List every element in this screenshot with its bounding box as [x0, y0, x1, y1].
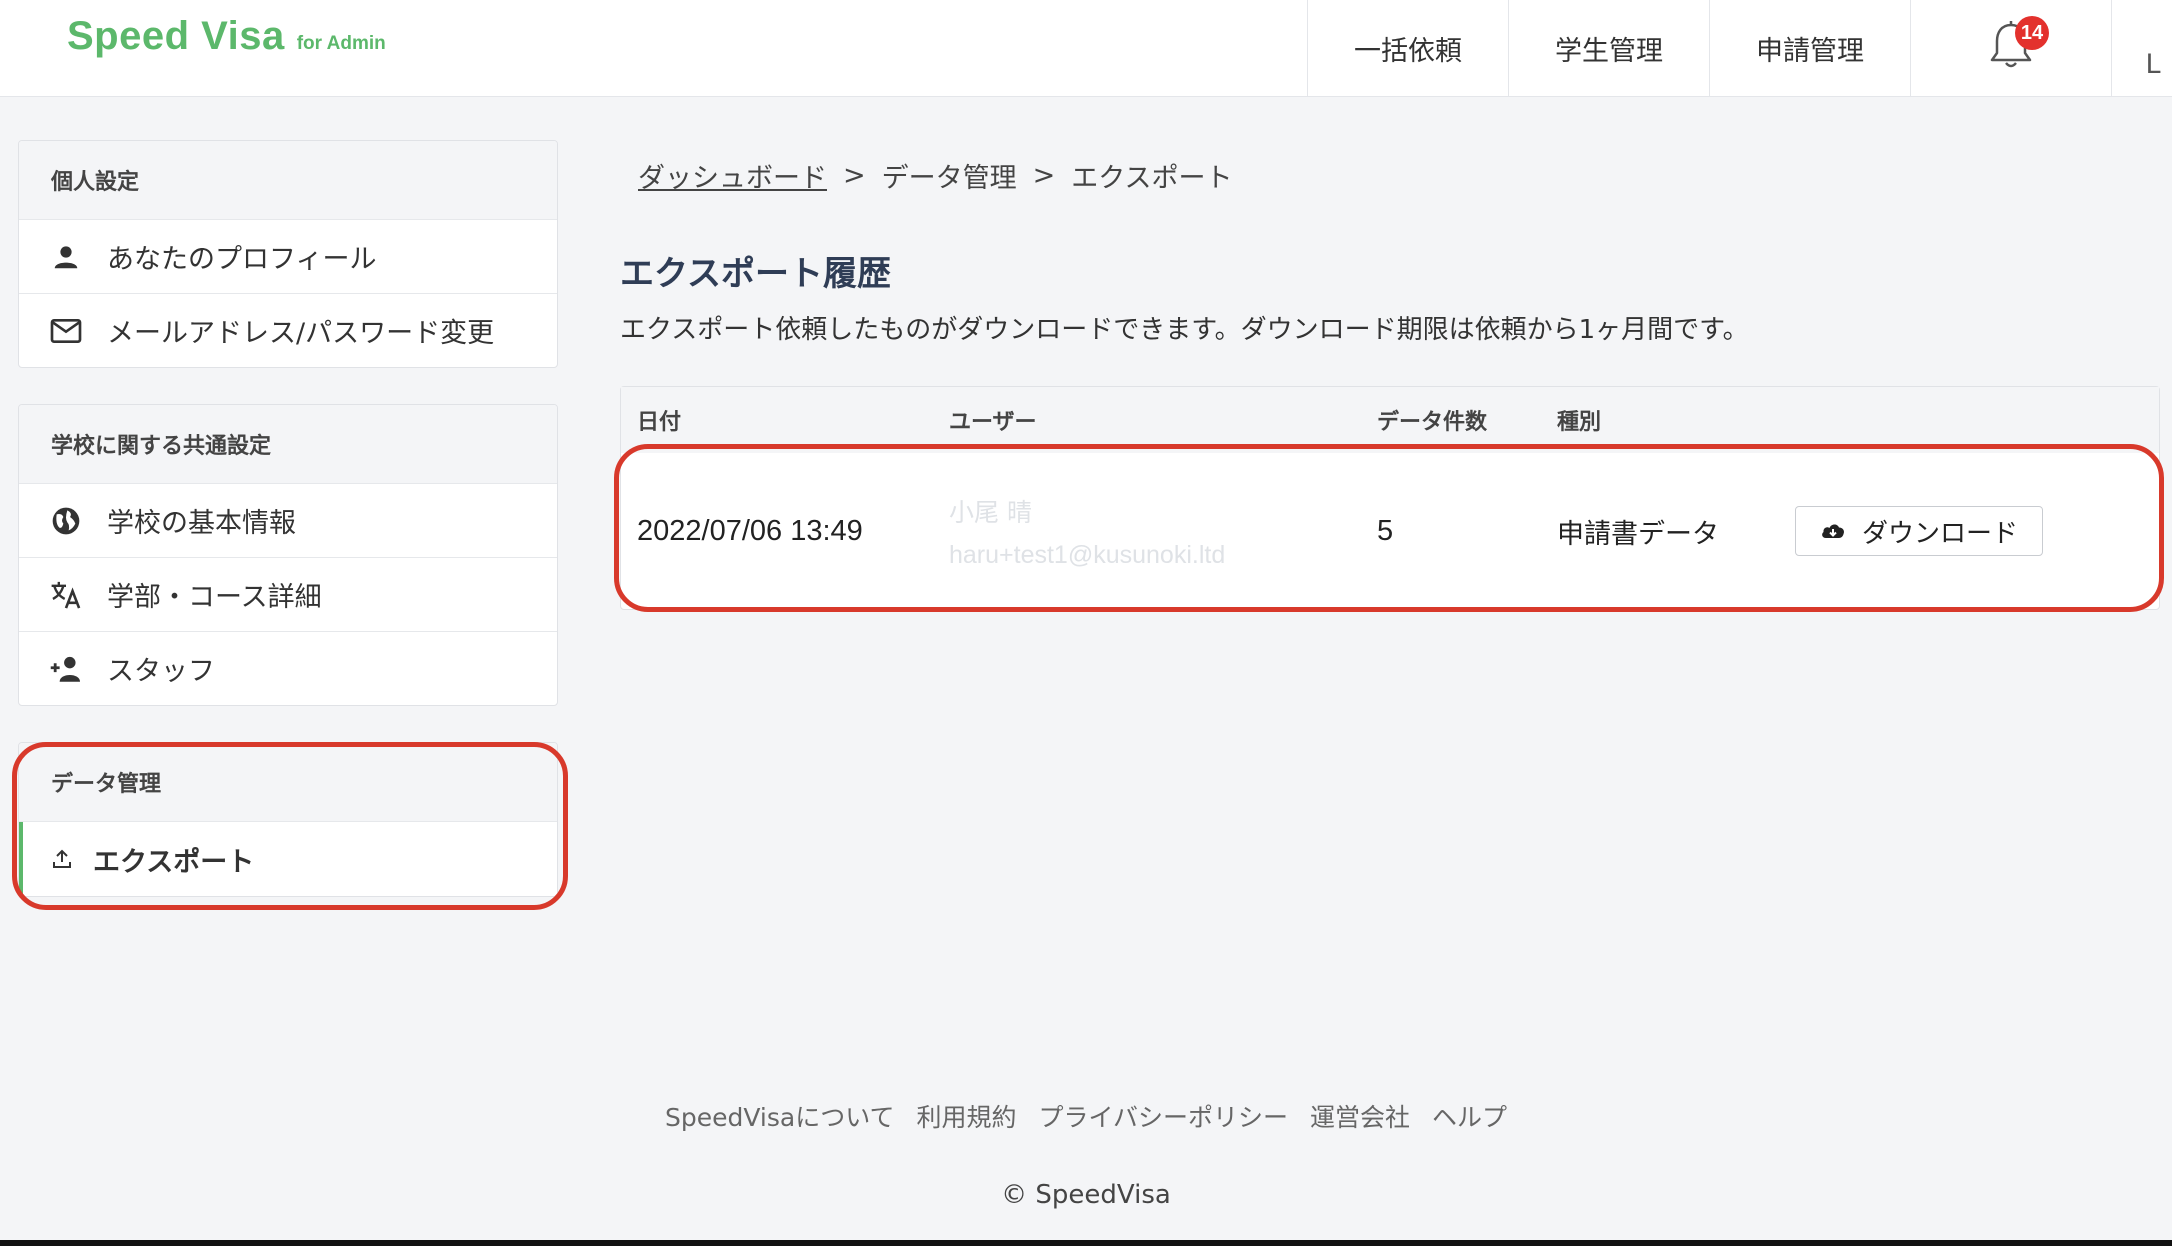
export-history-table: 日付 ユーザー データ件数 種別 2022/07/06 13:49 小尾 晴 h… — [620, 386, 2160, 610]
page-description: エクスポート依頼したものがダウンロードできます。ダウンロード期限は依頼から1ヶ月… — [620, 315, 1749, 345]
column-header-count: データ件数 — [1377, 410, 1488, 435]
footer-link-terms[interactable]: 利用規約 — [916, 1098, 1016, 1134]
brand-logo[interactable]: Speed Visa for Admin — [67, 14, 386, 59]
sidebar-item-email-password[interactable]: メールアドレス/パスワード変更 — [19, 294, 557, 367]
sidebar-item-label: 学部・コース詳細 — [107, 582, 322, 613]
page-title: エクスポート履歴 — [620, 254, 891, 294]
breadcrumb-separator: > — [843, 159, 866, 191]
sidebar-item-label: 学校の基本情報 — [107, 508, 296, 539]
globe-icon — [47, 502, 85, 540]
cell-count: 5 — [1377, 514, 1394, 547]
table-header: 日付 ユーザー データ件数 種別 — [621, 387, 2159, 453]
sidebar-item-export[interactable]: エクスポート — [19, 822, 557, 896]
nav-bulk-request[interactable]: 一括依頼 — [1307, 0, 1508, 96]
nav-student-management[interactable]: 学生管理 — [1508, 0, 1709, 96]
sidebar-item-label: あなたのプロフィール — [107, 244, 377, 275]
sidebar: 個人設定 あなたのプロフィール メールアドレス/パスワード変更 学校に関する共通… — [18, 140, 558, 933]
panel-heading: 個人設定 — [19, 141, 557, 220]
nav-application-management[interactable]: 申請管理 — [1709, 0, 1910, 96]
breadcrumb-separator: > — [1032, 159, 1056, 191]
main-content: ダッシュボード > データ管理 > エクスポート エクスポート履歴 エクスポート… — [620, 140, 2160, 610]
brand-name: Speed Visa — [67, 14, 285, 58]
notification-badge: 14 — [2015, 16, 2049, 50]
nav-user-menu[interactable]: L — [2111, 0, 2162, 96]
add-person-icon — [47, 650, 85, 688]
breadcrumb: ダッシュボード > データ管理 > エクスポート — [638, 140, 2160, 210]
column-header-type: 種別 — [1557, 410, 1602, 435]
download-button-label: ダウンロード — [1862, 518, 2019, 549]
nav-user-menu-label: L — [2145, 48, 2161, 80]
download-button[interactable]: ダウンロード — [1795, 506, 2044, 556]
cell-type: 申請書データ — [1557, 518, 1719, 550]
cell-date: 2022/07/06 13:49 — [637, 514, 863, 547]
translate-icon — [47, 576, 85, 614]
user-email: haru+test1@kusunoki.ltd — [949, 540, 1226, 569]
data-management-panel: データ管理 エクスポート — [18, 742, 558, 897]
breadcrumb-data-management: データ管理 — [881, 162, 1017, 194]
window-bottom-edge — [0, 1240, 2172, 1246]
person-icon — [47, 238, 85, 276]
breadcrumb-dashboard[interactable]: ダッシュボード — [638, 156, 827, 195]
notification-button[interactable]: 14 — [1910, 0, 2111, 96]
mail-icon — [47, 312, 85, 350]
brand-subtitle: for Admin — [296, 33, 386, 54]
sidebar-item-label: スタッフ — [107, 656, 215, 687]
table-row: 2022/07/06 13:49 小尾 晴 haru+test1@kusunok… — [621, 453, 2159, 609]
column-header-date: 日付 — [637, 410, 682, 435]
cloud-download-icon — [1820, 521, 1846, 541]
cell-action: ダウンロード — [1795, 506, 2159, 556]
breadcrumb-export: エクスポート — [1071, 162, 1233, 194]
cell-user: 小尾 晴 haru+test1@kusunoki.ltd — [949, 493, 1377, 570]
column-header-user: ユーザー — [949, 410, 1037, 435]
top-bar: Speed Visa for Admin 一括依頼 学生管理 申請管理 14 L — [0, 0, 2172, 97]
footer-link-privacy[interactable]: プライバシーポリシー — [1038, 1098, 1288, 1134]
sidebar-item-profile[interactable]: あなたのプロフィール — [19, 220, 557, 294]
sidebar-item-school-info[interactable]: 学校の基本情報 — [19, 484, 557, 558]
top-nav: 一括依頼 学生管理 申請管理 14 L — [1307, 0, 2162, 96]
sidebar-item-staff[interactable]: スタッフ — [19, 632, 557, 705]
panel-heading: 学校に関する共通設定 — [19, 405, 557, 484]
panel-heading: データ管理 — [19, 743, 557, 822]
sidebar-item-faculty-course[interactable]: 学部・コース詳細 — [19, 558, 557, 632]
sidebar-item-label: メールアドレス/パスワード変更 — [107, 318, 495, 349]
sidebar-item-label: エクスポート — [93, 846, 255, 878]
personal-settings-panel: 個人設定 あなたのプロフィール メールアドレス/パスワード変更 — [18, 140, 558, 368]
footer-link-about[interactable]: SpeedVisaについて — [665, 1098, 894, 1134]
footer-links: SpeedVisaについて 利用規約 プライバシーポリシー 運営会社 ヘルプ — [0, 1098, 2172, 1134]
footer-link-company[interactable]: 運営会社 — [1310, 1098, 1410, 1134]
user-name: 小尾 晴 — [949, 497, 1032, 527]
footer-link-help[interactable]: ヘルプ — [1432, 1098, 1507, 1134]
school-settings-panel: 学校に関する共通設定 学校の基本情報 学部・コース詳細 スタッフ — [18, 404, 558, 706]
upload-icon — [47, 840, 77, 878]
copyright: © SpeedVisa — [1001, 1180, 1171, 1210]
